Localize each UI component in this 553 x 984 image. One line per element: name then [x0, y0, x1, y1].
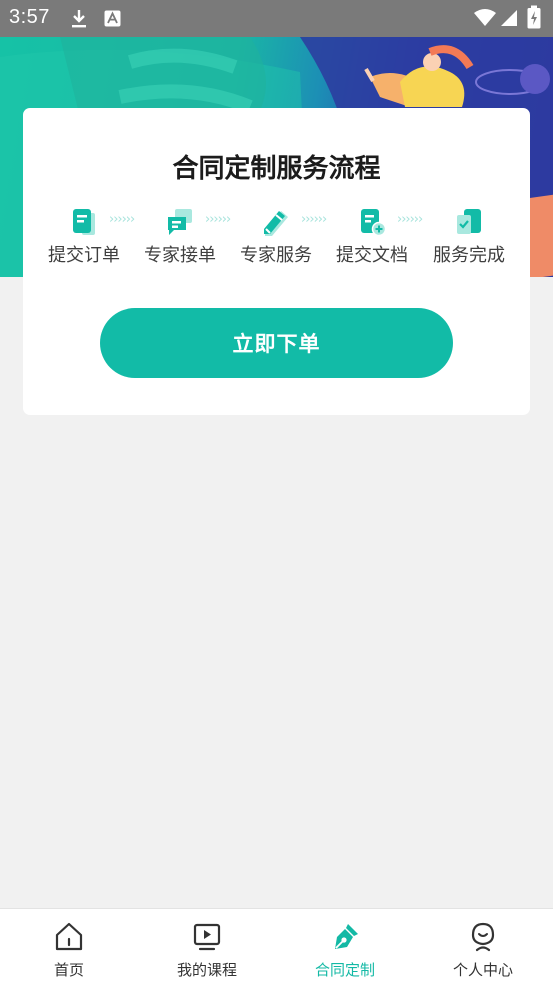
- tab-home[interactable]: 首页: [0, 909, 138, 984]
- profile-icon: [471, 922, 495, 952]
- order-now-button[interactable]: 立即下单: [100, 308, 453, 378]
- tab-label: 首页: [53, 961, 84, 979]
- process-card: 合同定制服务流程 提交订单 ›››››› 专家接单 ›››››› 专家服务 ››…: [23, 108, 530, 415]
- pen-nib-icon: [335, 924, 358, 949]
- step-arrows: ››››››: [397, 212, 423, 227]
- order-doc-icon: [73, 209, 95, 235]
- status-bar: 3:57: [0, 0, 553, 37]
- download-icon: [72, 10, 86, 28]
- home-icon: [55, 922, 83, 951]
- step-label: 专家接单: [144, 245, 216, 266]
- chat-bubble-icon: [168, 209, 192, 235]
- play-screen-icon: [193, 923, 221, 951]
- step-label: 提交订单: [48, 245, 120, 266]
- step-label: 服务完成: [433, 245, 505, 266]
- tab-my-courses[interactable]: 我的课程: [138, 909, 276, 984]
- step-arrows: ››››››: [109, 212, 135, 227]
- wifi-icon: [474, 9, 496, 26]
- tab-label: 合同定制: [314, 961, 375, 979]
- font-app-icon: [104, 10, 121, 27]
- step-arrows: ››››››: [205, 212, 231, 227]
- tab-label: 我的课程: [176, 961, 237, 979]
- step-arrows: ››››››: [301, 212, 327, 227]
- step-service-complete: 服务完成: [426, 207, 512, 267]
- tab-label: 个人中心: [452, 961, 513, 979]
- step-label: 专家服务: [240, 245, 312, 266]
- doc-add-icon: [361, 209, 387, 237]
- tab-contract-custom[interactable]: 合同定制: [276, 909, 414, 984]
- card-title: 合同定制服务流程: [172, 154, 381, 184]
- status-time: 3:57: [9, 6, 50, 28]
- pencil-edit-icon: [264, 211, 288, 236]
- step-label: 提交文档: [336, 245, 408, 266]
- signal-icon: [501, 10, 517, 26]
- bottom-tab-bar: 首页 我的课程 合同定制 个人中心: [0, 908, 553, 984]
- battery-charging-icon: [527, 5, 541, 29]
- check-doc-icon: [457, 209, 481, 234]
- tab-profile[interactable]: 个人中心: [414, 909, 552, 984]
